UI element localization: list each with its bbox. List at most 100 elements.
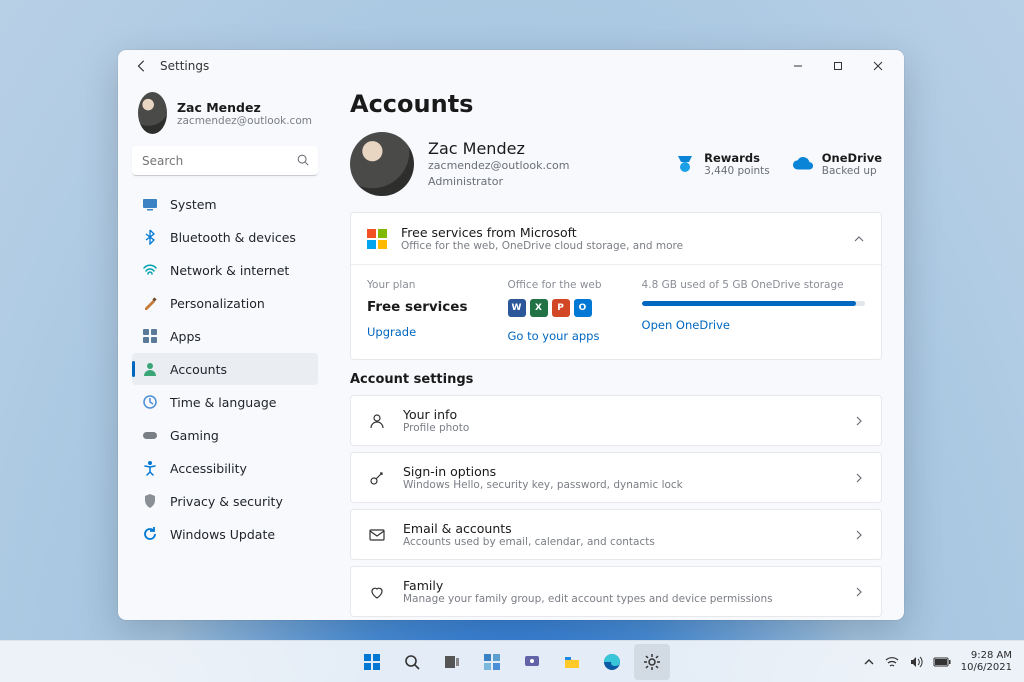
hero-email: zacmendez@outlook.com [428, 158, 569, 173]
titlebar: Settings [118, 50, 904, 82]
tray-wifi-icon[interactable] [885, 655, 899, 669]
update-icon [142, 526, 158, 542]
rewards-icon [674, 153, 696, 175]
nav-apps[interactable]: Apps [132, 320, 318, 352]
close-button[interactable] [858, 52, 898, 80]
minimize-button[interactable] [778, 52, 818, 80]
chevron-right-icon [853, 472, 865, 484]
back-button[interactable] [130, 54, 154, 78]
nav-label: Bluetooth & devices [170, 230, 296, 245]
sidebar-profile[interactable]: Zac Mendez zacmendez@outlook.com [132, 86, 318, 146]
tb-edge[interactable] [594, 644, 630, 680]
settings-window: Settings Zac Mendez zacmendez@outlook.co… [118, 50, 904, 620]
personalization-icon [142, 295, 158, 311]
tb-taskview[interactable] [434, 644, 470, 680]
tb-chat[interactable] [514, 644, 550, 680]
accounts-icon [142, 361, 158, 377]
main-content: Accounts Zac Mendez zacmendez@outlook.co… [328, 82, 904, 620]
services-card: Free services from Microsoft Office for … [350, 212, 882, 360]
nav-label: Apps [170, 329, 201, 344]
hero-name: Zac Mendez [428, 139, 569, 158]
search-icon [296, 153, 310, 167]
nav-label: Gaming [170, 428, 219, 443]
hero-role: Administrator [428, 174, 569, 189]
nav-time[interactable]: Time & language [132, 386, 318, 418]
tb-explorer[interactable] [554, 644, 590, 680]
accessibility-icon [142, 460, 158, 476]
nav-accessibility[interactable]: Accessibility [132, 452, 318, 484]
nav-label: Accessibility [170, 461, 247, 476]
taskbar: 9:28 AM 10/6/2021 [0, 640, 1024, 682]
profile-name: Zac Mendez [177, 100, 312, 115]
nav-label: Network & internet [170, 263, 289, 278]
gaming-icon [142, 427, 158, 443]
nav-accounts[interactable]: Accounts [132, 353, 318, 385]
tray-battery-icon[interactable] [933, 657, 951, 667]
family-icon [367, 582, 387, 602]
onedrive-icon [792, 153, 814, 175]
nav: System Bluetooth & devices Network & int… [132, 188, 318, 550]
maximize-button[interactable] [818, 52, 858, 80]
services-title: Free services from Microsoft [401, 225, 683, 240]
storage-column: 4.8 GB used of 5 GB OneDrive storage Ope… [642, 279, 865, 343]
nav-personalization[interactable]: Personalization [132, 287, 318, 319]
tray-clock[interactable]: 9:28 AM 10/6/2021 [961, 650, 1012, 674]
rewards-sub: 3,440 points [704, 165, 770, 177]
mail-icon [367, 525, 387, 545]
tb-widgets[interactable] [474, 644, 510, 680]
account-hero: Zac Mendez zacmendez@outlook.com Adminis… [350, 132, 882, 196]
avatar [350, 132, 414, 196]
sidebar: Zac Mendez zacmendez@outlook.com System … [118, 82, 328, 620]
search-box[interactable] [132, 146, 318, 176]
row-title: Sign-in options [403, 464, 683, 479]
tb-settings[interactable] [634, 644, 670, 680]
nav-label: Personalization [170, 296, 265, 311]
avatar [138, 92, 167, 134]
tray-volume-icon[interactable] [909, 655, 923, 669]
tb-search[interactable] [394, 644, 430, 680]
row-sub: Windows Hello, security key, password, d… [403, 479, 683, 491]
microsoft-logo-icon [367, 229, 387, 249]
nav-gaming[interactable]: Gaming [132, 419, 318, 451]
nav-label: Accounts [170, 362, 227, 377]
services-sub: Office for the web, OneDrive cloud stora… [401, 240, 683, 252]
plan-column: Your plan Free services Upgrade [367, 279, 468, 343]
system-icon [142, 196, 158, 212]
nav-privacy[interactable]: Privacy & security [132, 485, 318, 517]
row-title: Your info [403, 407, 469, 422]
chevron-up-icon [853, 233, 865, 245]
rewards-tile[interactable]: Rewards3,440 points [674, 151, 770, 177]
start-button[interactable] [354, 644, 390, 680]
nav-bluetooth[interactable]: Bluetooth & devices [132, 221, 318, 253]
nav-network[interactable]: Network & internet [132, 254, 318, 286]
search-input[interactable] [132, 146, 318, 176]
tray-chevron-icon[interactable] [863, 656, 875, 668]
privacy-icon [142, 493, 158, 509]
nav-label: Windows Update [170, 527, 275, 542]
page-heading: Accounts [350, 90, 882, 118]
onedrive-sub: Backed up [822, 165, 882, 177]
tray-time: 9:28 AM [961, 650, 1012, 662]
row-email[interactable]: Email & accountsAccounts used by email, … [350, 509, 882, 560]
plan-label: Your plan [367, 279, 468, 291]
row-sub: Manage your family group, edit account t… [403, 593, 773, 605]
open-onedrive-link[interactable]: Open OneDrive [642, 318, 865, 332]
upgrade-link[interactable]: Upgrade [367, 325, 468, 339]
office-label: Office for the web [508, 279, 602, 291]
onedrive-tile[interactable]: OneDriveBacked up [792, 151, 882, 177]
services-header[interactable]: Free services from Microsoft Office for … [351, 213, 881, 264]
onedrive-label: OneDrive [822, 151, 882, 165]
nav-update[interactable]: Windows Update [132, 518, 318, 550]
go-apps-link[interactable]: Go to your apps [508, 329, 602, 343]
row-your-info[interactable]: Your infoProfile photo [350, 395, 882, 446]
powerpoint-icon: P [552, 299, 570, 317]
chevron-right-icon [853, 529, 865, 541]
row-signin[interactable]: Sign-in optionsWindows Hello, security k… [350, 452, 882, 503]
row-family[interactable]: FamilyManage your family group, edit acc… [350, 566, 882, 617]
nav-system[interactable]: System [132, 188, 318, 220]
plan-name: Free services [367, 299, 468, 315]
row-sub: Accounts used by email, calendar, and co… [403, 536, 655, 548]
row-sub: Profile photo [403, 422, 469, 434]
office-column: Office for the web W X P O Go to your ap… [508, 279, 602, 343]
nav-label: Privacy & security [170, 494, 283, 509]
